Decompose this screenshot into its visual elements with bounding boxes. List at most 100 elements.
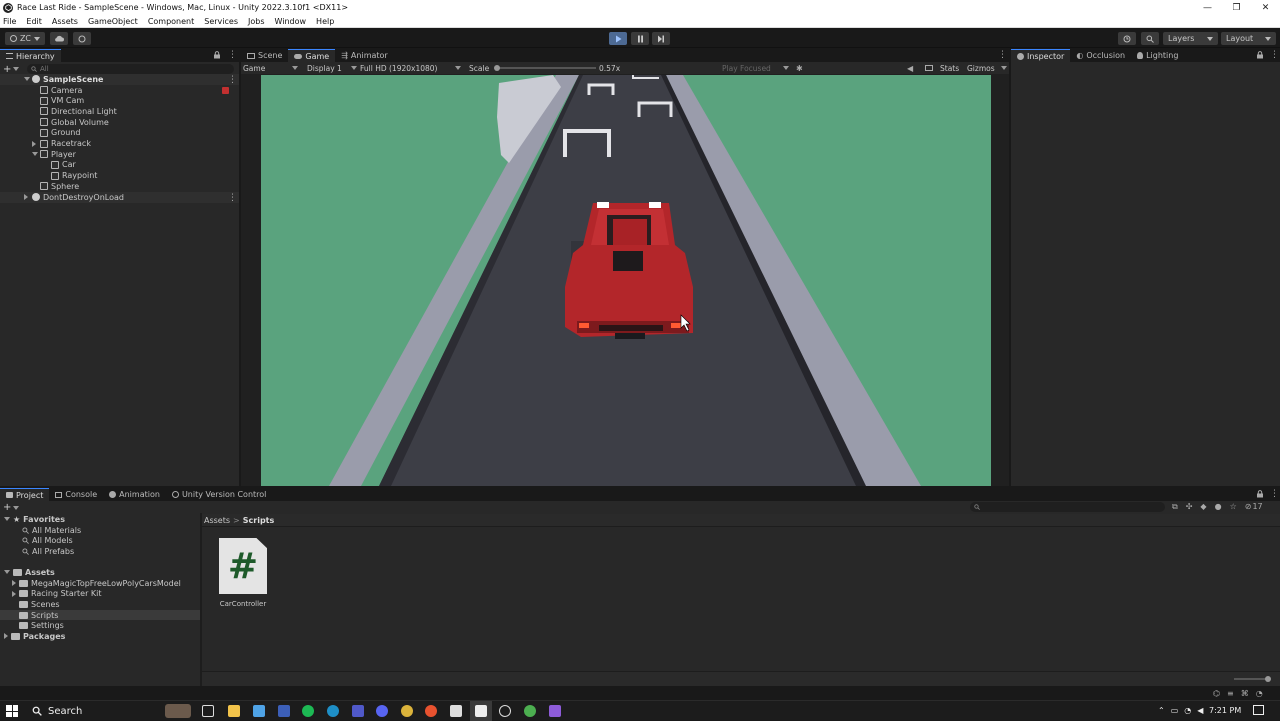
lock-icon[interactable] (213, 51, 223, 60)
tab-animation[interactable]: Animation (103, 488, 166, 501)
notification-icon[interactable] (1253, 705, 1264, 715)
mail-icon[interactable] (253, 705, 265, 717)
wifi-icon[interactable]: ◔ (1184, 706, 1191, 715)
play-focused-label[interactable]: Play Focused (722, 64, 771, 73)
layers-dropdown[interactable]: Layers (1163, 32, 1218, 45)
chevron-up-icon[interactable]: ⌃ (1158, 706, 1165, 715)
hierarchy-search-input[interactable]: All (27, 64, 234, 74)
cloud-button[interactable] (50, 32, 68, 45)
hierarchy-item[interactable]: Camera (40, 85, 82, 96)
game-viewport[interactable] (261, 75, 991, 486)
teams-icon[interactable] (352, 705, 364, 717)
menu-component[interactable]: Component (148, 17, 194, 26)
menu-assets[interactable]: Assets (52, 17, 78, 26)
favorite-item[interactable]: All Materials (22, 525, 81, 536)
tab-game[interactable]: Game (288, 49, 336, 62)
type-filter-icon[interactable]: ✣ (1186, 502, 1193, 512)
center-menu-icon[interactable]: ⋮ (998, 50, 1007, 60)
menu-services[interactable]: Services (204, 17, 238, 26)
taskbar-clock[interactable]: 7:21 PM (1209, 706, 1241, 715)
chrome-icon[interactable] (524, 705, 536, 717)
layout-dropdown[interactable]: Layout (1221, 32, 1276, 45)
menu-jobs[interactable]: Jobs (248, 17, 265, 26)
icon-size-slider[interactable] (1234, 675, 1271, 682)
hierarchy-item[interactable]: Directional Light (40, 106, 117, 117)
step-button[interactable] (652, 32, 670, 45)
tab-occlusion[interactable]: ◐ Occlusion (1070, 49, 1131, 62)
collab-button[interactable] (73, 32, 91, 45)
hierarchy-item[interactable]: VM Cam (40, 95, 84, 106)
icon-size-handle[interactable] (1265, 675, 1271, 682)
project-search-input[interactable] (970, 502, 1165, 512)
tab-console[interactable]: Console (49, 488, 103, 501)
collapse-icon[interactable] (12, 580, 16, 587)
hierarchy-item[interactable]: Raypoint (51, 170, 97, 181)
stats-button[interactable]: Stats (940, 64, 959, 73)
label-filter-icon[interactable]: ◆ (1200, 502, 1206, 512)
restore-button[interactable]: ❐ (1222, 0, 1251, 15)
menu-edit[interactable]: Edit (26, 17, 42, 26)
minimize-button[interactable]: — (1193, 0, 1222, 15)
taskbar-search[interactable]: Search (26, 703, 191, 719)
search-button[interactable] (1141, 32, 1159, 45)
assets-row[interactable]: Assets (4, 567, 55, 578)
project-menu-icon[interactable]: ⋮ (1270, 489, 1279, 499)
tab-lighting[interactable]: Lighting (1131, 49, 1184, 62)
favorites-row[interactable]: ★ Favorites (4, 514, 65, 525)
favorite-icon[interactable]: ☆ (1230, 502, 1237, 512)
app-icon[interactable] (278, 705, 290, 717)
chevron-down-icon[interactable] (783, 66, 789, 70)
grid-icon[interactable] (925, 65, 933, 71)
network-status-icon[interactable]: ⌬ (1213, 689, 1220, 698)
dont-destroy-menu-icon[interactable]: ⋮ (228, 193, 237, 203)
dont-destroy-row[interactable]: DontDestroyOnLoad (0, 192, 239, 203)
tree-divider[interactable] (200, 513, 202, 686)
display-dropdown[interactable]: Display 1 (307, 64, 357, 73)
pause-button[interactable] (631, 32, 649, 45)
scale-slider-handle[interactable] (494, 64, 500, 71)
play-button[interactable] (609, 32, 627, 45)
history-button[interactable] (1118, 32, 1136, 45)
unity-active-task[interactable] (470, 701, 492, 721)
progress-icon[interactable]: ≡ (1227, 689, 1234, 698)
import-log-icon[interactable]: ● (1215, 502, 1222, 512)
breadcrumb-assets[interactable]: Assets (204, 516, 230, 525)
app-icon[interactable] (499, 705, 511, 717)
menu-gameobject[interactable]: GameObject (88, 17, 138, 26)
menu-help[interactable]: Help (316, 17, 334, 26)
tab-animator[interactable]: ⇶ Animator (335, 49, 393, 62)
file-explorer-icon[interactable] (228, 705, 240, 717)
scale-slider[interactable] (494, 64, 596, 71)
edge-icon[interactable] (327, 705, 339, 717)
tab-version-control[interactable]: Unity Version Control (166, 488, 272, 501)
search-filter-icon[interactable]: ⧉ (1172, 502, 1178, 512)
visual-studio-icon[interactable] (549, 705, 561, 717)
volume-icon[interactable]: ◀ (1197, 706, 1203, 715)
asset-folder[interactable]: Scripts (0, 609, 200, 621)
network-icon[interactable]: ▭ (1171, 706, 1179, 715)
menu-window[interactable]: Window (275, 17, 307, 26)
panel-menu-icon[interactable]: ⋮ (228, 51, 237, 60)
hierarchy-item[interactable]: Racetrack (32, 138, 91, 149)
project-create-button[interactable]: + (3, 502, 20, 513)
menu-file[interactable]: File (3, 17, 16, 26)
hierarchy-item[interactable]: Global Volume (40, 117, 109, 128)
hidden-count[interactable]: ⊘ 17 (1245, 502, 1263, 512)
account-dropdown[interactable]: ZC (5, 32, 45, 45)
favorite-item[interactable]: All Models (22, 535, 73, 546)
hierarchy-item[interactable]: Ground (40, 128, 80, 139)
asset-carcontroller[interactable]: # CarController (214, 538, 272, 613)
asset-folder[interactable]: MegaMagicTopFreeLowPolyCarsModel (0, 578, 200, 589)
collapse-icon[interactable] (12, 590, 16, 597)
asset-folder[interactable]: Settings (0, 621, 200, 632)
collapse-icon[interactable] (32, 140, 36, 147)
breadcrumb-scripts[interactable]: Scripts (243, 516, 275, 525)
gizmos-button[interactable]: Gizmos (967, 64, 995, 73)
tab-scene[interactable]: Scene (241, 49, 288, 62)
debug-icon[interactable]: ⌘ (1241, 689, 1249, 698)
create-button[interactable]: + (3, 64, 23, 75)
inspector-menu-icon[interactable]: ⋮ (1270, 50, 1279, 60)
asset-folder[interactable]: Racing Starter Kit (0, 588, 200, 599)
discord-icon[interactable] (376, 705, 388, 717)
windows-start-icon[interactable] (6, 705, 18, 717)
